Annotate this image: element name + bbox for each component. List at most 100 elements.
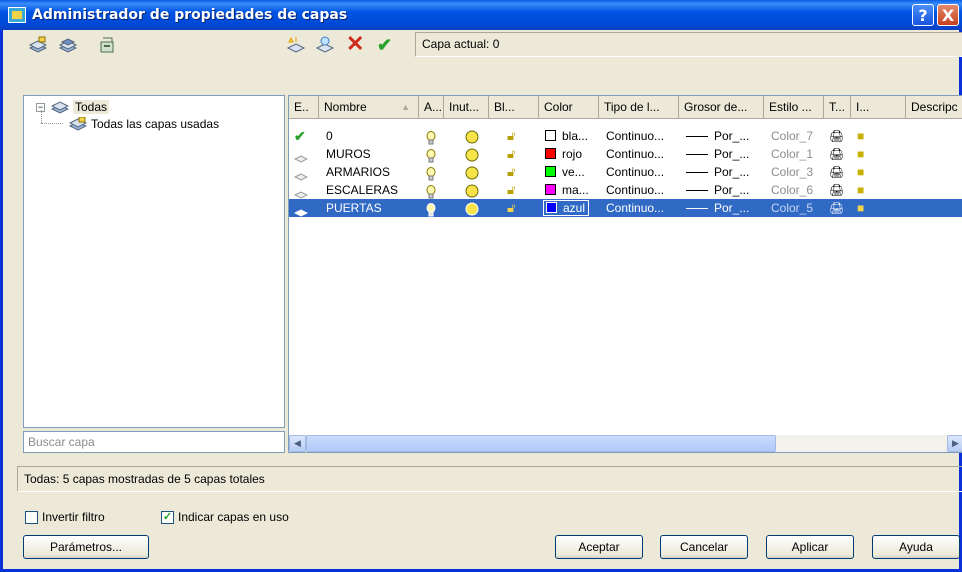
- col-header-freeze[interactable]: Inut...: [444, 96, 489, 119]
- layer-name[interactable]: ESCALERAS: [326, 181, 398, 199]
- col-header-name[interactable]: Nombre ▲: [319, 96, 419, 119]
- lineweight-cell[interactable]: Por_...: [686, 199, 749, 217]
- lineweight-sample: [686, 208, 708, 209]
- tree-label-all: Todas: [73, 100, 110, 114]
- col-header-description[interactable]: Descripc: [906, 96, 962, 119]
- lineweight-sample: [686, 136, 708, 137]
- new-vp-freeze-icon[interactable]: ■: [857, 181, 864, 199]
- app-icon: [8, 7, 26, 23]
- filter-tree[interactable]: − Todas Todas las capas usadas: [23, 95, 285, 428]
- used-layers-filter-icon: [69, 117, 87, 131]
- scroll-left-arrow-icon[interactable]: ◀: [289, 435, 306, 452]
- col-header-linetype[interactable]: Tipo de l...: [599, 96, 679, 119]
- new-property-filter-icon[interactable]: [28, 36, 48, 54]
- lineweight-cell[interactable]: Por_...: [686, 127, 749, 145]
- search-input[interactable]: Buscar capa: [23, 431, 285, 453]
- layer-name[interactable]: MUROS: [326, 145, 371, 163]
- layer-name[interactable]: 0: [326, 127, 333, 145]
- linetype-cell[interactable]: Continuo...: [606, 145, 664, 163]
- scrollbar-thumb[interactable]: [306, 435, 776, 452]
- tree-item-all[interactable]: − Todas: [36, 99, 110, 115]
- indicate-used-checkbox[interactable]: ✓ Indicar capas en uso: [161, 510, 289, 524]
- close-button[interactable]: X: [937, 4, 959, 26]
- lineweight-cell[interactable]: Por_...: [686, 145, 749, 163]
- color-name: azul: [563, 201, 586, 215]
- checkbox-box[interactable]: [25, 510, 38, 524]
- layer-name[interactable]: PUERTAS: [326, 199, 382, 217]
- lineweight-cell[interactable]: Por_...: [686, 163, 749, 181]
- new-layer-icon[interactable]: [286, 36, 306, 54]
- table-row[interactable]: ESCALERAS 🔓︎ ma... Continuo... Por_... C…: [289, 181, 962, 199]
- scroll-right-arrow-icon[interactable]: ▶: [947, 435, 962, 452]
- col-header-vpfreeze[interactable]: I...: [851, 96, 906, 119]
- linetype-cell[interactable]: Continuo...: [606, 199, 664, 217]
- col-header-on[interactable]: A...: [419, 96, 444, 119]
- invert-filter-checkbox[interactable]: Invertir filtro: [25, 510, 105, 524]
- title-bar[interactable]: Administrador de propiedades de capas ? …: [0, 0, 962, 30]
- col-header-status[interactable]: E..: [289, 96, 319, 119]
- col-header-lineweight[interactable]: Grosor de...: [679, 96, 764, 119]
- layer-thaw-sun-icon[interactable]: [464, 128, 480, 146]
- tree-item-used-layers[interactable]: Todas las capas usadas: [69, 116, 219, 132]
- lock-icon[interactable]: 🔓︎: [507, 181, 515, 199]
- table-row[interactable]: MUROS 🔓︎ rojo Continuo... Por_... Color_…: [289, 145, 962, 163]
- color-cell[interactable]: ve...: [545, 163, 585, 181]
- layer-list[interactable]: E.. Nombre ▲ A... Inut... Bl... Color Tip…: [288, 95, 962, 453]
- layer-states-icon[interactable]: [98, 36, 118, 54]
- new-layer-frozen-icon[interactable]: [315, 36, 335, 54]
- lineweight-value: Por_...: [714, 201, 750, 215]
- checkbox-checked-icon[interactable]: ✓: [161, 510, 174, 524]
- sort-ascending-icon: ▲: [401, 102, 410, 112]
- plot-printer-icon[interactable]: 🖨︎: [829, 127, 844, 145]
- new-vp-freeze-icon[interactable]: ■: [857, 199, 864, 217]
- set-current-icon[interactable]: ✔: [377, 35, 397, 55]
- ok-button[interactable]: Aceptar: [555, 535, 643, 559]
- color-swatch: [546, 202, 557, 213]
- lock-icon[interactable]: 🔓︎: [507, 199, 515, 217]
- col-header-plotstyle[interactable]: Estilo ...: [764, 96, 824, 119]
- apply-button[interactable]: Aplicar: [766, 535, 854, 559]
- layer-thaw-sun-icon[interactable]: [464, 200, 480, 218]
- linetype-cell[interactable]: Continuo...: [606, 181, 664, 199]
- table-row[interactable]: ✔ 0 🔓︎ bla... Continuo... Por_... Color_…: [289, 127, 962, 145]
- linetype-cell[interactable]: Continuo...: [606, 163, 664, 181]
- delete-layer-icon[interactable]: ✕: [346, 33, 366, 55]
- lock-icon[interactable]: 🔓︎: [507, 163, 515, 181]
- new-vp-freeze-icon[interactable]: ■: [857, 145, 864, 163]
- help-title-button[interactable]: ?: [912, 4, 934, 26]
- table-row-selected[interactable]: PUERTAS 🔓︎ azul Continuo... Por_... Colo…: [289, 199, 962, 217]
- layer-name[interactable]: ARMARIOS: [326, 163, 390, 181]
- color-name: ma...: [562, 183, 589, 197]
- cancel-button[interactable]: Cancelar: [660, 535, 748, 559]
- new-vp-freeze-icon[interactable]: ■: [857, 127, 864, 145]
- horizontal-scrollbar[interactable]: ◀ ▶: [289, 435, 962, 452]
- col-header-plot[interactable]: T...: [824, 96, 851, 119]
- col-header-color[interactable]: Color: [539, 96, 599, 119]
- color-cell[interactable]: bla...: [545, 127, 588, 145]
- new-vp-freeze-icon[interactable]: ■: [857, 163, 864, 181]
- layer-thaw-sun-icon[interactable]: [464, 164, 480, 182]
- plot-printer-icon[interactable]: 🖨︎: [829, 145, 844, 163]
- parameters-button[interactable]: Parámetros...: [23, 535, 149, 559]
- plot-printer-icon[interactable]: 🖨︎: [829, 181, 844, 199]
- status-bar: Todas: 5 capas mostradas de 5 capas tota…: [17, 466, 962, 492]
- lock-icon[interactable]: 🔓︎: [507, 127, 515, 145]
- color-cell[interactable]: rojo: [545, 145, 582, 163]
- layer-thaw-sun-icon[interactable]: [464, 146, 480, 164]
- lock-icon[interactable]: 🔓︎: [507, 145, 515, 163]
- color-cell[interactable]: ma...: [545, 181, 589, 199]
- linetype-cell[interactable]: Continuo...: [606, 127, 664, 145]
- table-row[interactable]: ARMARIOS 🔓︎ ve... Continuo... Por_... Co…: [289, 163, 962, 181]
- layer-thaw-sun-icon[interactable]: [464, 182, 480, 200]
- layer-properties-manager-window: Administrador de propiedades de capas ? …: [0, 0, 962, 572]
- plot-printer-icon[interactable]: 🖨︎: [829, 199, 844, 217]
- tree-connector: [41, 123, 63, 124]
- new-group-filter-icon[interactable]: [58, 36, 78, 54]
- plot-printer-icon[interactable]: 🖨︎: [829, 163, 844, 181]
- lineweight-sample: [686, 154, 708, 155]
- help-button[interactable]: Ayuda: [872, 535, 960, 559]
- layer-on-bulb-icon[interactable]: [426, 201, 436, 219]
- color-cell[interactable]: azul: [543, 199, 590, 217]
- col-header-lock[interactable]: Bl...: [489, 96, 539, 119]
- lineweight-cell[interactable]: Por_...: [686, 181, 749, 199]
